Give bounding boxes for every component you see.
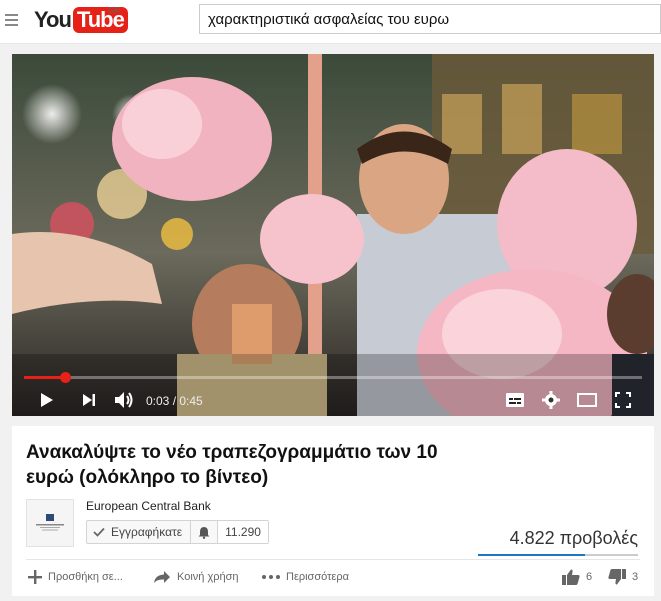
subscribed-button[interactable]: Εγγραφήκατε [87, 521, 192, 543]
notification-bell-icon[interactable] [191, 521, 219, 543]
video-info-card: Ανακαλύψτε το νέο τραπεζογραμμάτιο των 1… [12, 426, 654, 596]
thumbs-down-icon [608, 569, 626, 585]
volume-icon[interactable] [112, 388, 136, 412]
subtitles-icon[interactable] [504, 388, 526, 412]
region-label: GR [108, 6, 120, 15]
plus-icon [28, 570, 42, 584]
share-button[interactable]: Κοινή χρήση [153, 566, 239, 588]
thumbs-up-icon [562, 569, 580, 585]
subscribed-label: Εγγραφήκατε [111, 525, 183, 539]
like-button[interactable]: 6 [562, 566, 592, 588]
share-label: Κοινή χρήση [177, 571, 239, 583]
sentiment-bar [478, 554, 638, 556]
video-title: Ανακαλύψτε το νέο τραπεζογραμμάτιο των 1… [26, 442, 438, 488]
more-dots-icon [262, 575, 280, 579]
more-label: Περισσότερα [286, 571, 349, 583]
settings-gear-icon[interactable] [540, 388, 562, 412]
search-box[interactable] [199, 4, 661, 34]
video-player[interactable]: 0:03 / 0:45 [12, 54, 654, 416]
dislike-count: 3 [632, 571, 639, 583]
masthead: You Tube GR [0, 0, 661, 44]
view-count: 4.822 προβολές [509, 528, 638, 548]
scrubber-handle[interactable] [60, 372, 71, 383]
divider [26, 559, 640, 560]
add-to-button[interactable]: Προσθήκη σε... [28, 566, 123, 588]
logo-you-text: You [34, 7, 72, 32]
video-frame [12, 54, 654, 416]
progress-bar[interactable] [24, 372, 642, 383]
dislike-button[interactable]: 3 [608, 566, 638, 588]
menu-icon[interactable] [5, 14, 18, 26]
time-display: 0:03 / 0:45 [146, 394, 203, 408]
like-count: 6 [586, 571, 593, 583]
next-icon[interactable] [78, 388, 100, 412]
subscriber-count: 11.290 [218, 521, 268, 543]
sentiment-bar-likes [478, 554, 586, 556]
more-button[interactable]: Περισσότερα [262, 566, 349, 588]
share-icon [153, 570, 171, 584]
checkmark-icon [93, 527, 105, 537]
theater-mode-icon[interactable] [575, 388, 599, 412]
channel-name[interactable]: European Central Bank [86, 499, 211, 513]
add-to-label: Προσθήκη σε... [48, 571, 123, 583]
fullscreen-icon[interactable] [612, 388, 634, 412]
subscribe-control: Εγγραφήκατε 11.290 [86, 520, 269, 544]
channel-avatar[interactable] [26, 499, 74, 547]
player-controls: 0:03 / 0:45 [12, 384, 654, 416]
play-icon[interactable] [36, 388, 58, 412]
progress-fill [24, 376, 65, 379]
search-input[interactable] [200, 5, 660, 33]
